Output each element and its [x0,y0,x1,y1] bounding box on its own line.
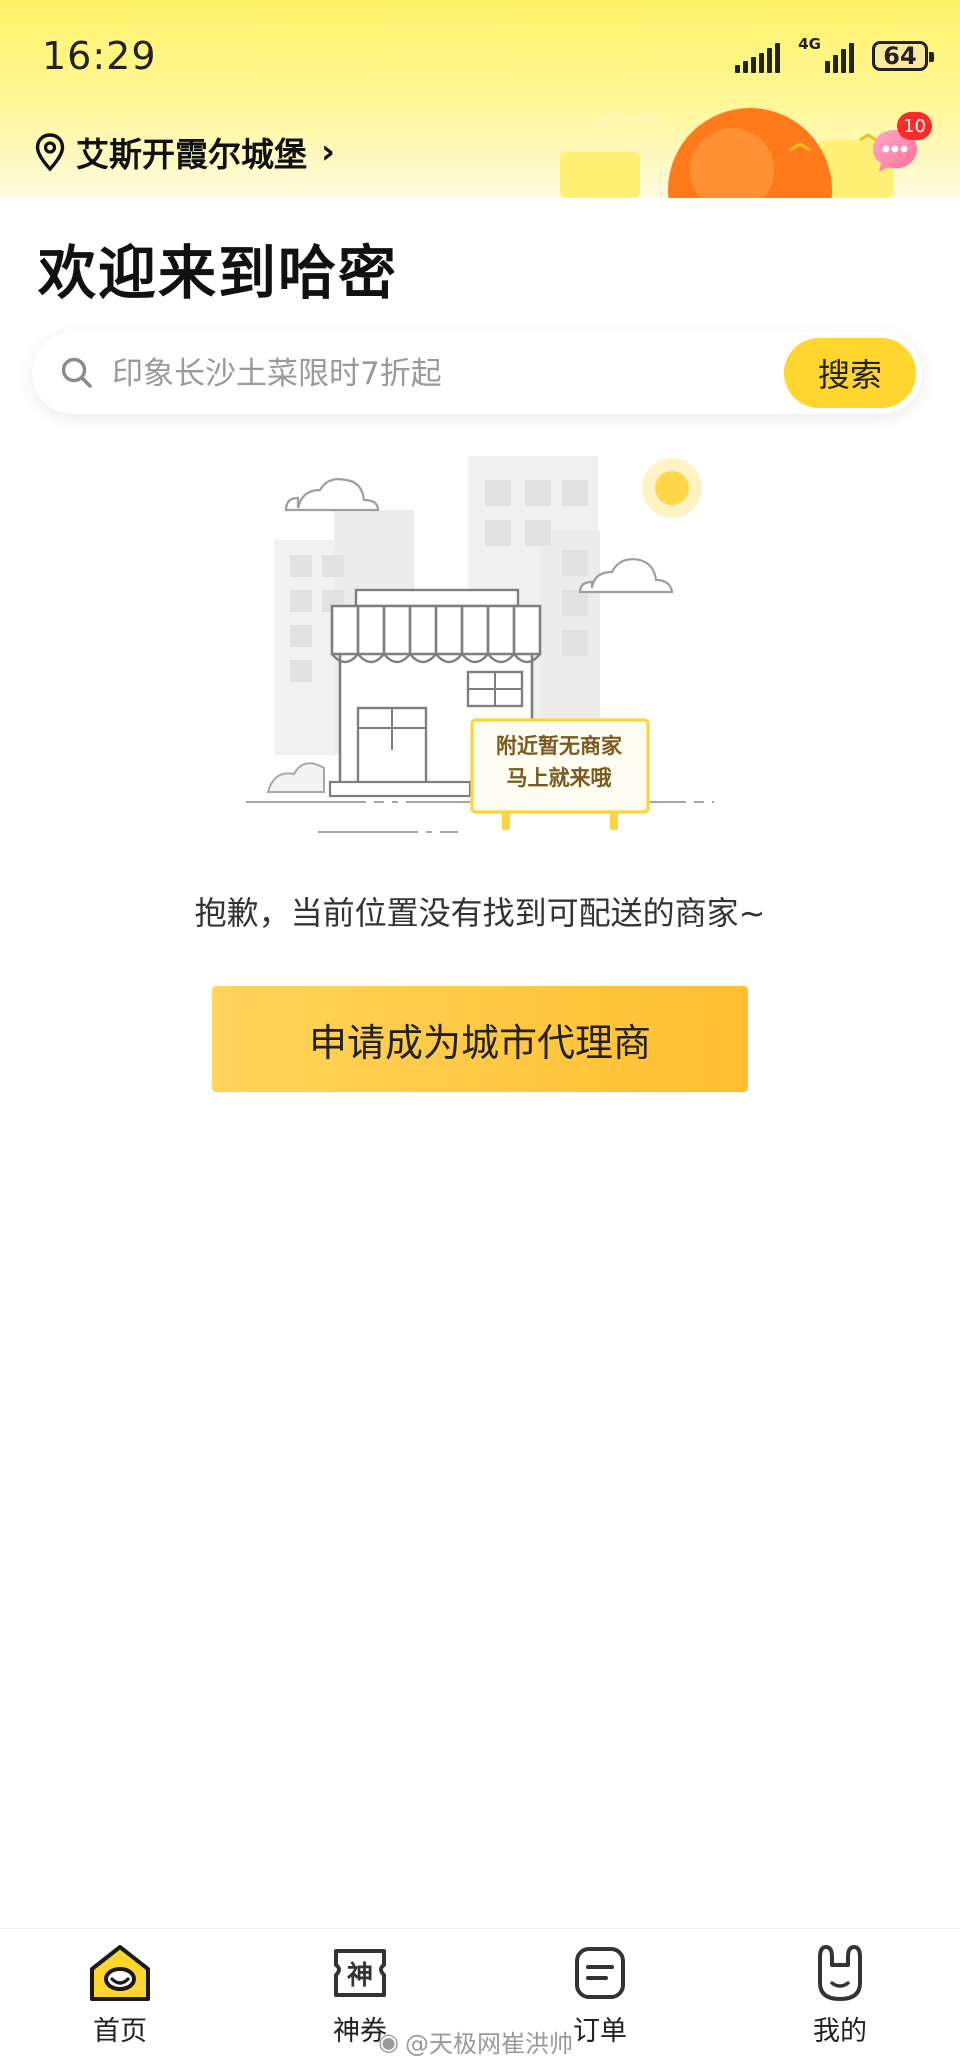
search-icon [61,357,92,388]
battery-level: 64 [883,42,917,70]
message-badge: 10 [897,112,932,140]
watermark: ◉ @天极网崔洪帅 [378,2024,573,2059]
apply-agent-button[interactable]: 申请成为城市代理商 [212,986,748,1092]
battery-icon: 64 [872,41,934,71]
page-title: 欢迎来到哈密 [38,239,399,307]
empty-message: 抱歉，当前位置没有找到可配送的商家~ [194,894,766,932]
search-bar: 搜索 [32,332,922,416]
coupon-icon: 神 [334,1949,386,1997]
status-indicators: 4G 64 [735,35,934,76]
chevron-right-icon: › [321,132,336,172]
tab-profile-label: 我的 [813,2016,867,2047]
home-icon [90,1945,150,2001]
watermark-text: @天极网崔洪帅 [404,2030,573,2058]
order-icon [575,1947,625,1999]
status-time: 16:29 [42,34,157,78]
sign-text: 附近暂无商家 马上就来哦 [474,730,644,794]
weibo-logo-icon: ◉ [378,2027,399,2056]
location-selector[interactable]: 艾斯开霞尔城堡 › [34,128,335,176]
location-name: 艾斯开霞尔城堡 [76,135,307,174]
sign-line-1: 附近暂无商家 [496,734,622,758]
tab-home-label: 首页 [93,2016,147,2047]
location-pin-icon [35,133,65,172]
header: 16:29 4G 64 艾斯开霞尔城堡 › 10 [0,0,960,198]
profile-icon [818,1945,862,2001]
svg-text:神: 神 [347,1961,373,1991]
search-input[interactable] [110,332,714,416]
signal-icon [735,39,781,73]
tab-profile[interactable]: 我的 [760,1943,920,2055]
sign-line-2: 马上就来哦 [506,766,612,790]
search-button[interactable]: 搜索 [784,338,916,408]
tab-home[interactable]: 首页 [40,1943,200,2055]
network-label: 4G [798,35,821,53]
signal-icon-2 [825,39,854,73]
